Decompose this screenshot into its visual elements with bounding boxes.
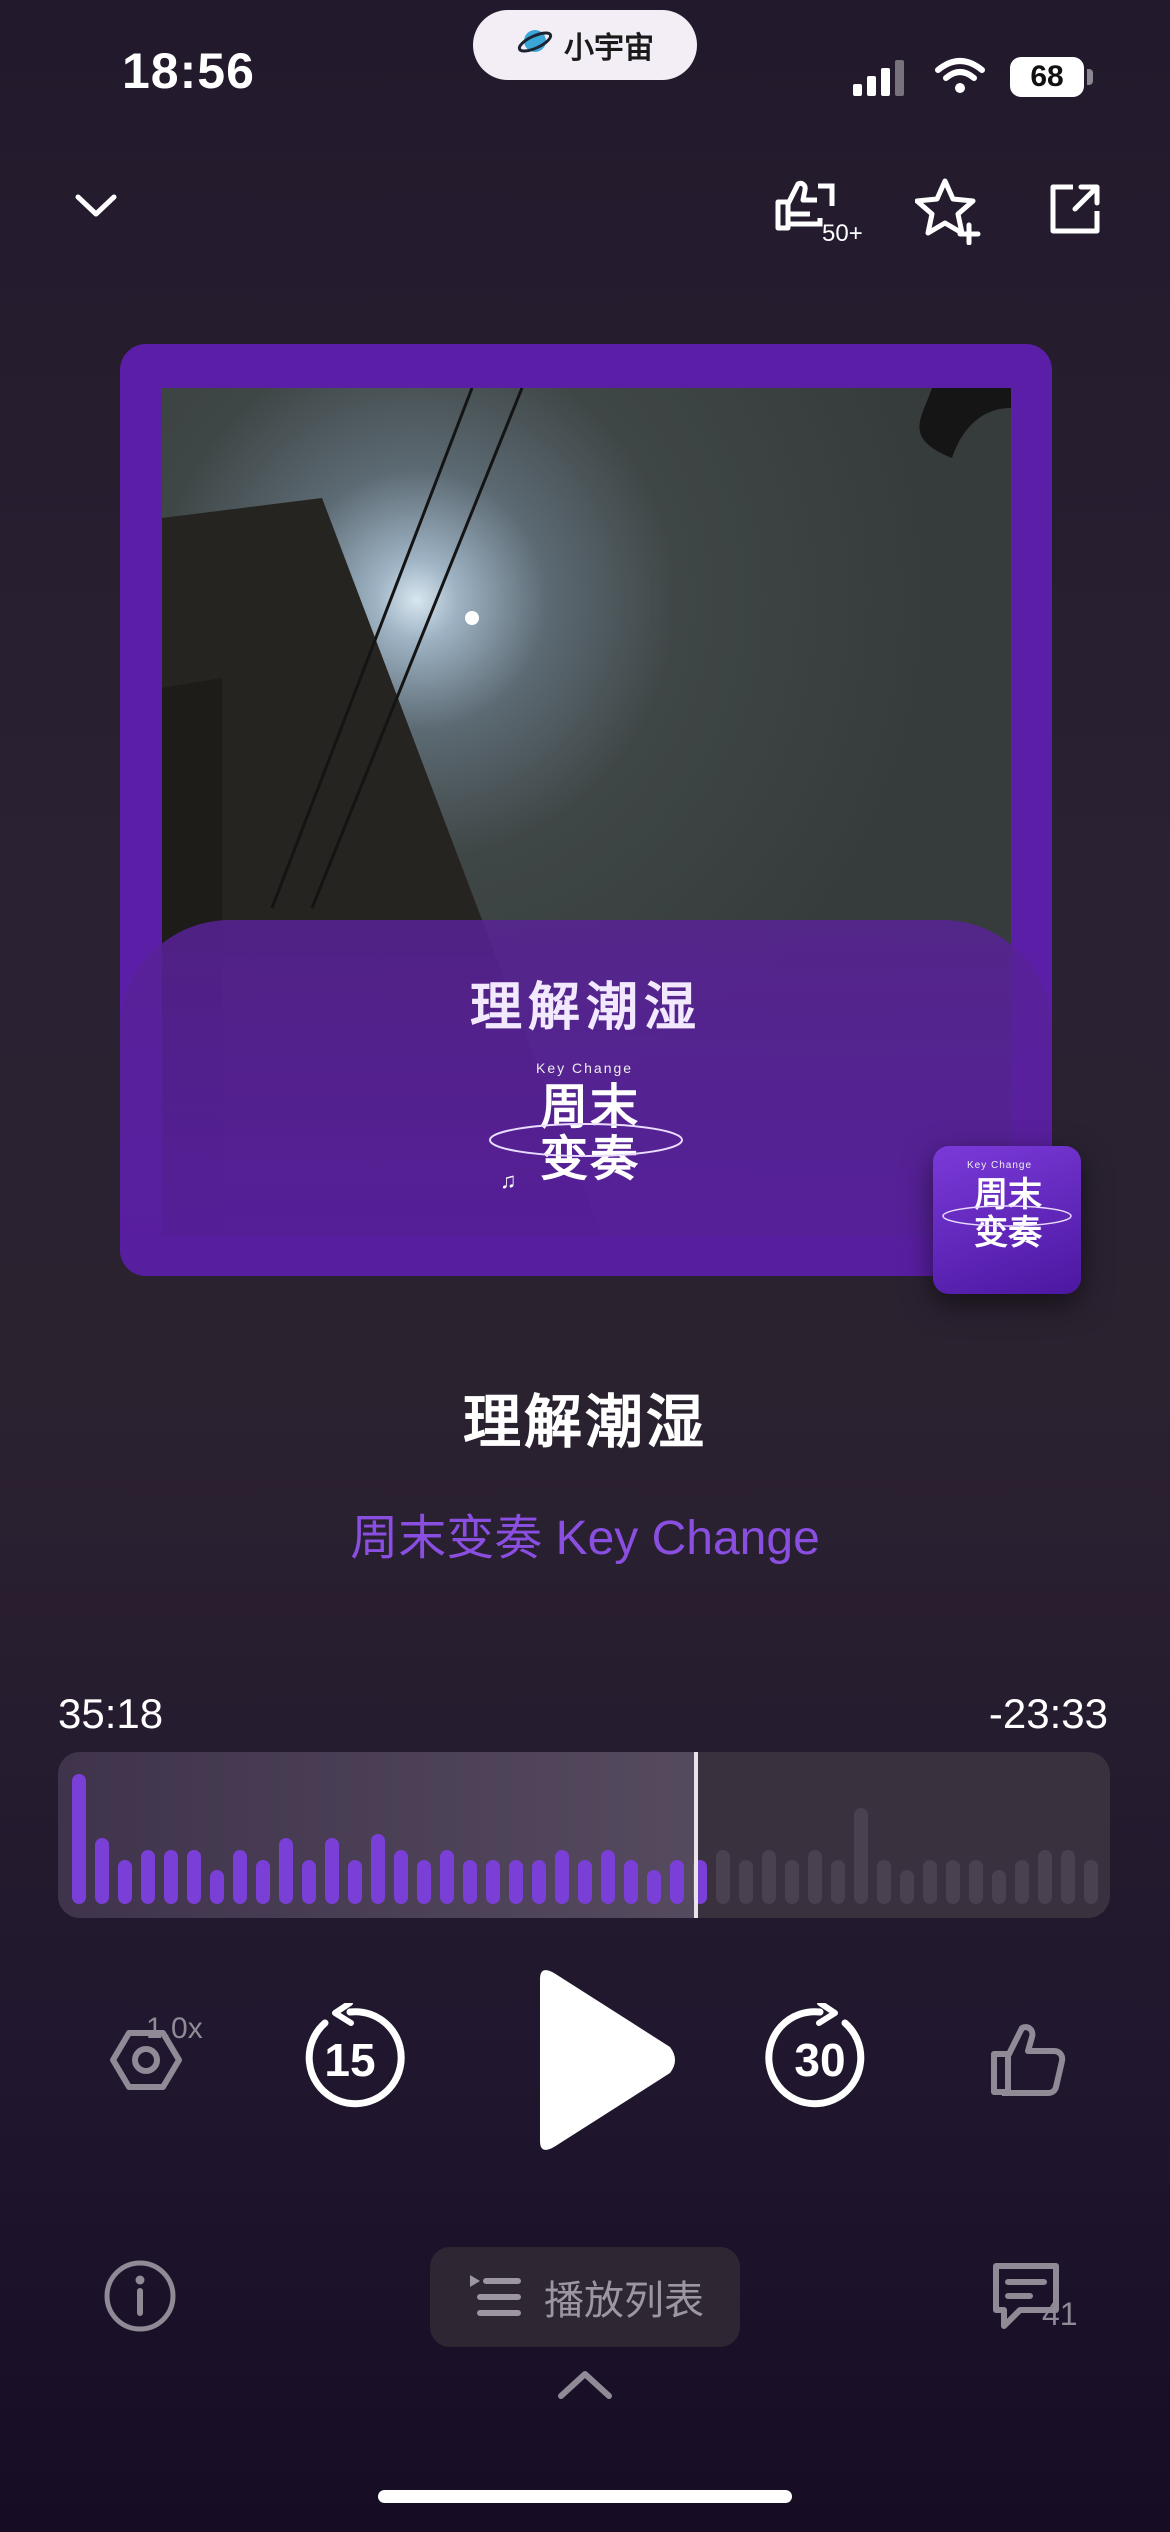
battery-tip	[1087, 69, 1093, 85]
like-count-button[interactable]: 50+	[772, 174, 872, 248]
like-button[interactable]	[982, 2014, 1074, 2106]
playlist-button[interactable]: 播放列表	[430, 2247, 740, 2347]
comments-button[interactable]: 41	[990, 2260, 1090, 2340]
waveform-bar	[739, 1860, 753, 1904]
favorite-add-icon[interactable]	[912, 172, 988, 248]
podcast-logo: Key Change 周末变奏 ♫	[480, 1060, 692, 1210]
home-indicator[interactable]	[378, 2490, 792, 2503]
rewind-15-button[interactable]: 15	[292, 2000, 408, 2116]
waveform-bar	[1061, 1850, 1075, 1904]
waveform-bar	[532, 1860, 546, 1904]
waveform-bar	[509, 1860, 523, 1904]
status-time: 18:56	[122, 43, 255, 99]
speed-label: 1.0x	[146, 2012, 203, 2045]
playlist-label: 播放列表	[544, 2279, 704, 2323]
waveform-bar	[486, 1860, 500, 1904]
cellular-icon	[853, 58, 909, 103]
logo-orbit-icon	[489, 1123, 683, 1157]
waveform-bar	[716, 1850, 730, 1904]
waveform-bar	[348, 1860, 362, 1904]
waveform-bar	[647, 1870, 661, 1904]
play-button[interactable]	[520, 1965, 680, 2155]
waveform-bar	[900, 1870, 914, 1904]
waveform-bar	[785, 1860, 799, 1904]
playhead[interactable]	[694, 1752, 698, 1918]
waveform-bar	[1084, 1860, 1098, 1904]
playlist-icon	[470, 2275, 521, 2316]
waveform-bar	[969, 1860, 983, 1904]
waveform-bar	[1038, 1850, 1052, 1904]
mini-logo-tagline: Key Change	[967, 1160, 1033, 1171]
remaining-time: -23:33	[988, 1690, 1108, 1737]
waveform-bar	[164, 1850, 178, 1904]
waveform-bar	[141, 1850, 155, 1904]
app-pill-label: 小宇宙	[564, 32, 654, 65]
waveform-bar	[210, 1870, 224, 1904]
waveform-bar	[233, 1850, 247, 1904]
waveform-bar	[279, 1838, 293, 1904]
comment-count: 41	[1042, 2296, 1078, 2332]
waveform-bar	[808, 1850, 822, 1904]
episode-title: 理解潮湿	[462, 1390, 707, 1455]
music-note-icon: ♫	[500, 1168, 517, 1193]
collapse-chevron-icon[interactable]	[66, 176, 126, 236]
thumbs-up-icon	[991, 2024, 1066, 2096]
waveform-bar	[578, 1860, 592, 1904]
waveform-bar	[187, 1850, 201, 1904]
rewind-seconds: 15	[324, 2034, 376, 2086]
app-pill[interactable]: 小宇宙	[473, 10, 697, 80]
waveform-bar	[923, 1860, 937, 1904]
expand-chevron-icon[interactable]	[550, 2364, 620, 2404]
waveform-bar	[877, 1860, 891, 1904]
waveform-bar	[440, 1850, 454, 1904]
waveform-bar	[555, 1850, 569, 1904]
waveform-bar	[72, 1774, 86, 1904]
cover-title: 理解潮湿	[469, 979, 702, 1037]
info-icon	[104, 2260, 176, 2332]
waveform-bar	[371, 1834, 385, 1904]
info-button[interactable]	[100, 2256, 180, 2336]
elapsed-time: 35:18	[58, 1690, 164, 1737]
waveform-bar	[831, 1860, 845, 1904]
like-count: 50+	[822, 220, 863, 247]
waveform-bar	[95, 1838, 109, 1904]
waveform-bar	[946, 1860, 960, 1904]
waveform-bar	[670, 1860, 684, 1904]
play-icon	[540, 1970, 675, 2150]
waveform-bar	[118, 1860, 132, 1904]
waveform-bar	[992, 1870, 1006, 1904]
podcast-name-link[interactable]: 周末变奏 Key Change	[0, 1498, 1170, 1568]
waveform-bar	[854, 1808, 868, 1904]
waveform-bar	[1015, 1860, 1029, 1904]
waveform-scrubber[interactable]	[58, 1752, 1110, 1918]
share-icon[interactable]	[1042, 176, 1108, 242]
mini-podcast-logo: Key Change 周末变奏	[933, 1146, 1081, 1294]
logo-tagline: Key Change	[536, 1060, 634, 1076]
waveform-bar	[624, 1860, 638, 1904]
planet-icon	[516, 22, 554, 68]
waveform-bar	[302, 1860, 316, 1904]
forward-30-button[interactable]: 30	[762, 2000, 878, 2116]
battery-level: 68	[1010, 57, 1084, 97]
wifi-icon	[934, 56, 986, 101]
waveform-bar	[394, 1850, 408, 1904]
mini-logo-orbit-icon	[942, 1205, 1072, 1227]
waveform-bar	[256, 1860, 270, 1904]
waveform-bar	[463, 1860, 477, 1904]
forward-seconds: 30	[794, 2034, 846, 2086]
waveform-bar	[325, 1838, 339, 1904]
waveform-bar	[762, 1850, 776, 1904]
waveform-bar	[601, 1850, 615, 1904]
waveform-bar	[417, 1860, 431, 1904]
